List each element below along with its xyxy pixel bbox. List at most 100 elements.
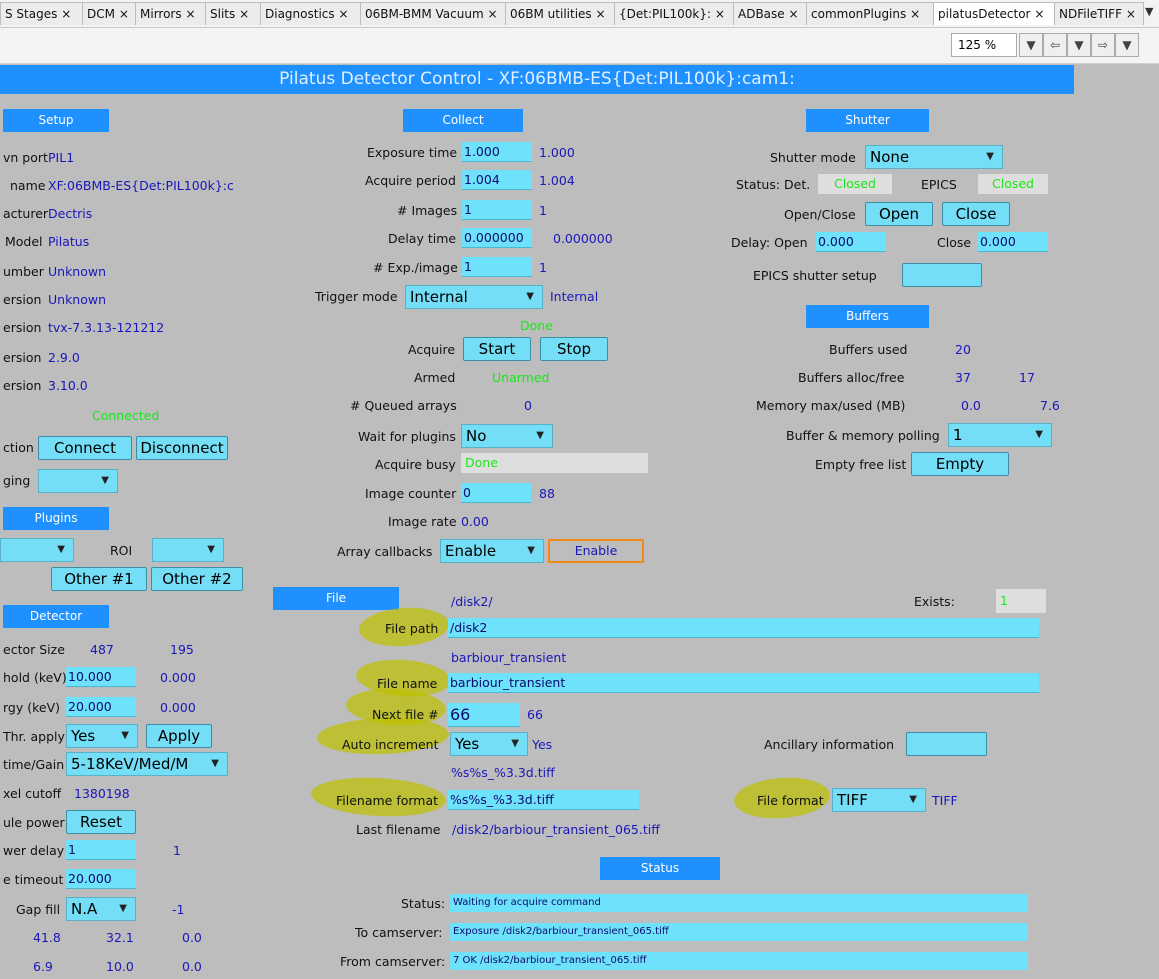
energy-input[interactable]: 20.000: [66, 697, 136, 717]
num-images-input[interactable]: 1: [462, 200, 532, 220]
tab-pilatusdetector[interactable]: pilatusDetector ×: [933, 2, 1055, 25]
file-format-menu[interactable]: TIFF ▼: [832, 788, 926, 812]
close-icon[interactable]: ×: [1034, 7, 1044, 21]
toolbar: 125 % ▼ ⇦ ▼ ⇨ ▼: [0, 28, 1159, 64]
array-callbacks-menu[interactable]: Enable ▼: [440, 539, 544, 563]
buffers-alloc-value: 37: [955, 370, 971, 385]
status-message: Waiting for acquire command: [450, 894, 1028, 912]
shutter-open-button[interactable]: Open: [865, 202, 933, 226]
close-icon[interactable]: ×: [910, 7, 920, 21]
chevron-down-icon: ▼: [121, 730, 129, 741]
zoom-dropdown-icon[interactable]: ▼: [1019, 33, 1043, 57]
delay-time-readback: 0.000000: [553, 231, 613, 246]
close-icon[interactable]: ×: [487, 7, 497, 21]
tab-dcm[interactable]: DCM ×: [82, 2, 136, 25]
connection-status: Connected: [92, 408, 160, 423]
setup-header: Setup: [3, 109, 109, 132]
shutter-close-button[interactable]: Close: [942, 202, 1010, 226]
apply-button[interactable]: Apply: [146, 724, 212, 748]
shutter-status-det: Closed: [818, 174, 892, 194]
back-dropdown-icon[interactable]: ▼: [1067, 33, 1091, 57]
file-path-input[interactable]: /disk2: [448, 618, 1039, 638]
close-icon[interactable]: ×: [119, 7, 129, 21]
ancillary-information-button[interactable]: [906, 732, 987, 756]
chevron-down-icon: ▼: [527, 545, 535, 556]
next-file-number-readback: 66: [527, 707, 543, 722]
tab-s-stages[interactable]: S Stages ×: [0, 2, 83, 25]
trigger-mode-menu[interactable]: Internal ▼: [405, 285, 543, 309]
threshold-input[interactable]: 10.000: [66, 667, 136, 687]
manufacturer-value: Dectris: [48, 206, 93, 221]
tab-slits[interactable]: Slits ×: [205, 2, 261, 25]
temperature-3: 0.0: [182, 930, 202, 945]
roi-menu[interactable]: ▼: [152, 538, 224, 562]
pixel-cutoff-value: 1380198: [74, 786, 130, 801]
chevron-down-icon: ▼: [207, 544, 215, 555]
delay-open-input[interactable]: 0.000: [816, 232, 886, 252]
tab-diagnostics[interactable]: Diagnostics ×: [260, 2, 361, 25]
buffer-polling-menu[interactable]: 1 ▼: [948, 423, 1052, 447]
adcore-version-value: 3.10.0: [48, 378, 88, 393]
connect-button[interactable]: Connect: [38, 436, 132, 460]
forward-icon[interactable]: ⇨: [1091, 33, 1115, 57]
tab-commonplugins[interactable]: commonPlugins ×: [806, 2, 934, 25]
close-icon[interactable]: ×: [61, 7, 71, 21]
plugins-menu[interactable]: ▼: [0, 538, 74, 562]
plugins-header: Plugins: [3, 507, 109, 530]
tab-det-pil100k[interactable]: {Det:PIL100k}: ×: [614, 2, 734, 25]
close-icon[interactable]: ×: [1126, 7, 1136, 21]
tab-bar: S Stages × DCM × Mirrors × Slits × Diagn…: [0, 0, 1159, 28]
disconnect-button[interactable]: Disconnect: [136, 436, 228, 460]
debugging-menu[interactable]: ▼: [38, 469, 118, 493]
close-icon[interactable]: ×: [595, 7, 605, 21]
close-icon[interactable]: ×: [239, 7, 249, 21]
back-icon[interactable]: ⇦: [1043, 33, 1067, 57]
tab-list-dropdown-icon[interactable]: ▼: [1145, 5, 1153, 18]
chevron-down-icon: ▼: [536, 430, 544, 441]
file-header: File: [273, 587, 399, 610]
queued-arrays-value: 0: [524, 398, 532, 413]
close-icon[interactable]: ×: [185, 7, 195, 21]
epics-shutter-setup-button[interactable]: [902, 263, 982, 287]
filename-format-input[interactable]: %s%s_%3.3d.tiff: [448, 790, 639, 810]
gain-menu[interactable]: 5-18KeV/Med/M ▼: [66, 752, 228, 776]
file-name-input[interactable]: barbiour_transient: [448, 673, 1039, 693]
exposure-time-input[interactable]: 1.000: [462, 142, 532, 162]
other1-button[interactable]: Other #1: [51, 567, 147, 591]
forward-dropdown-icon[interactable]: ▼: [1115, 33, 1139, 57]
close-icon[interactable]: ×: [789, 7, 799, 21]
gap-fill-menu[interactable]: N.A ▼: [66, 897, 136, 921]
gap-fill-readback: -1: [172, 902, 185, 917]
next-file-number-input[interactable]: 66: [448, 703, 520, 727]
driver-version-value: 2.9.0: [48, 350, 80, 365]
zoom-level[interactable]: 125 %: [951, 33, 1017, 57]
delay-close-input[interactable]: 0.000: [978, 232, 1048, 252]
delay-time-input[interactable]: 0.000000: [462, 228, 532, 248]
timeout-input[interactable]: 20.000: [66, 869, 136, 889]
wait-for-plugins-menu[interactable]: No ▼: [461, 424, 553, 448]
other2-button[interactable]: Other #2: [151, 567, 243, 591]
empty-free-list-button[interactable]: Empty: [911, 452, 1009, 476]
reset-button[interactable]: Reset: [66, 810, 136, 834]
energy-readback: 0.000: [160, 700, 196, 715]
close-icon[interactable]: ×: [338, 7, 348, 21]
power-delay-input[interactable]: 1: [66, 840, 136, 860]
close-icon[interactable]: ×: [715, 7, 725, 21]
image-counter-input[interactable]: 0: [461, 483, 531, 503]
file-path-readback: /disk2/: [451, 594, 493, 609]
acquire-period-input[interactable]: 1.004: [462, 170, 532, 190]
chevron-down-icon: ▼: [211, 758, 219, 769]
tab-utilities[interactable]: 06BM utilities ×: [505, 2, 615, 25]
shutter-mode-menu[interactable]: None ▼: [865, 145, 1003, 169]
exp-per-image-input[interactable]: 1: [462, 257, 532, 277]
tab-mirrors[interactable]: Mirrors ×: [135, 2, 206, 25]
image-rate-value: 0.00: [461, 514, 489, 529]
tab-vacuum[interactable]: 06BM-BMM Vacuum ×: [360, 2, 506, 25]
stop-button[interactable]: Stop: [540, 337, 608, 361]
thr-apply-menu[interactable]: Yes ▼: [66, 724, 138, 748]
start-button[interactable]: Start: [463, 337, 531, 361]
tab-adbase[interactable]: ADBase ×: [733, 2, 807, 25]
temperature-2: 32.1: [106, 930, 134, 945]
auto-increment-menu[interactable]: Yes ▼: [450, 732, 528, 756]
tab-ndfiletiff[interactable]: NDFileTIFF ×: [1054, 2, 1144, 25]
